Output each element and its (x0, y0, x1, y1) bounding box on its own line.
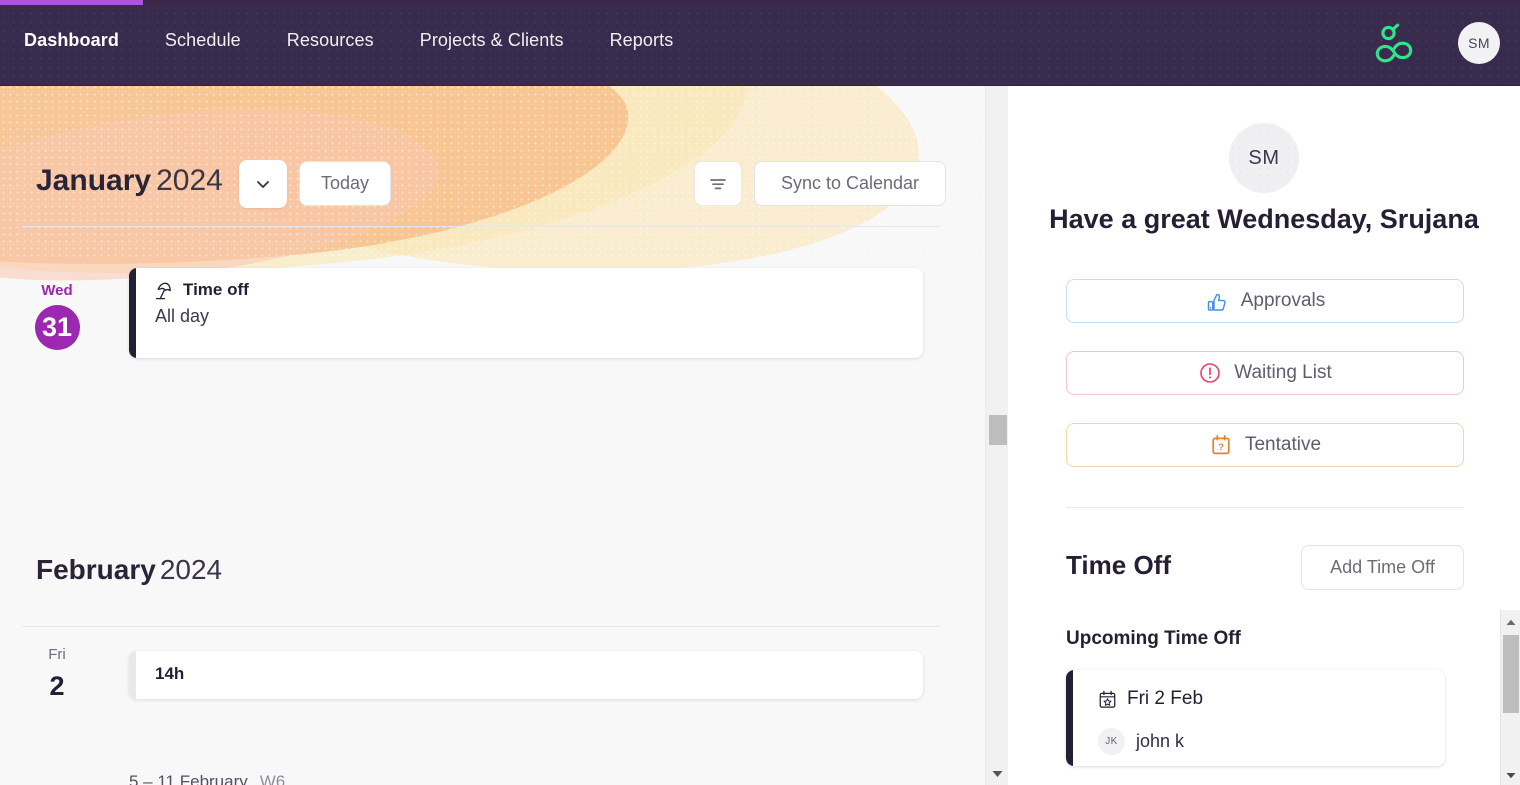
day-label-jan-31: Wed 31 (12, 282, 102, 350)
nav-item-dashboard[interactable]: Dashboard (24, 26, 141, 55)
calendar-question-icon: ? (1212, 434, 1230, 455)
current-month-title: January 2024 (36, 164, 223, 198)
approvals-button[interactable]: Approvals (1066, 279, 1464, 323)
card-accent-bar (129, 268, 136, 358)
page-scroll-up-arrow[interactable] (1501, 614, 1520, 630)
chevron-down-icon (992, 771, 1003, 777)
infinity-logo-icon[interactable] (1366, 14, 1422, 70)
add-time-off-label: Add Time Off (1330, 557, 1435, 577)
thumbs-up-icon (1207, 293, 1226, 311)
person-name: john k (1136, 731, 1185, 751)
header-avatar-initials: SM (1468, 35, 1490, 51)
today-button-label: Today (320, 173, 370, 193)
sidebar-divider (1066, 507, 1464, 508)
week-range-label: 5 – 11 February W6 (129, 772, 285, 785)
nav-item-reports[interactable]: Reports (610, 26, 696, 55)
calendar-scrollbar-thumb[interactable] (989, 415, 1007, 445)
filter-icon (710, 178, 726, 189)
exclamation-circle-icon (1200, 363, 1221, 383)
day-of-week: Fri (48, 646, 66, 663)
sidebar-avatar-initials: SM (1248, 146, 1280, 169)
card-accent-bar (129, 651, 136, 699)
row-divider (22, 626, 940, 627)
page-scrollbar[interactable] (1500, 610, 1520, 785)
week-number: W6 (259, 772, 286, 785)
page-scroll-down-arrow[interactable] (1501, 767, 1520, 783)
filter-button[interactable] (694, 161, 742, 206)
right-sidebar: SM Have a great Wednesday, Srujana Appro… (1008, 86, 1520, 785)
month-name: January (36, 164, 152, 197)
chevron-down-icon (1506, 772, 1516, 778)
event-card-body: Time off All day (129, 268, 923, 327)
event-card-body: 14h (129, 651, 923, 684)
week-range: 5 – 11 February (129, 772, 248, 785)
nav-item-resources[interactable]: Resources (287, 26, 396, 55)
event-title-row: Time off (155, 280, 923, 300)
calendar-star-icon (1099, 690, 1116, 708)
nav-item-schedule[interactable]: Schedule (165, 26, 263, 55)
month-picker-button[interactable] (239, 160, 287, 208)
today-button[interactable]: Today (299, 161, 391, 206)
waiting-list-label: Waiting List (1234, 362, 1332, 383)
page-scrollbar-thumb[interactable] (1503, 635, 1519, 713)
upcoming-time-off-card[interactable]: Fri 2 Feb JK john k (1066, 670, 1445, 766)
time-off-section-title: Time Off (1066, 550, 1171, 580)
month-name-february: February (36, 554, 156, 585)
event-subtitle: All day (155, 306, 210, 326)
upcoming-date: Fri 2 Feb (1127, 688, 1204, 709)
sidebar-user-avatar: SM (1229, 123, 1299, 193)
person-initials: JK (1105, 736, 1118, 747)
day-label-feb-2: Fri 2 (12, 646, 102, 702)
approvals-label: Approvals (1240, 290, 1326, 311)
nav-item-projects-clients[interactable]: Projects & Clients (420, 26, 586, 55)
event-hours: 14h (155, 664, 185, 683)
calendar-scroll-area[interactable]: Wed 31 Time off All day February 2024 Fr… (0, 226, 985, 785)
day-of-week: Wed (41, 282, 73, 299)
sync-to-calendar-button[interactable]: Sync to Calendar (754, 161, 946, 206)
upcoming-time-off-title: Upcoming Time Off (1066, 628, 1241, 649)
calendar-toolbar: January 2024 Today Sync to Calendar (0, 148, 1008, 228)
month-heading-february: February 2024 (36, 554, 222, 586)
chevron-down-icon (257, 181, 269, 188)
year-value-february: 2024 (159, 554, 223, 585)
calendar-panel: January 2024 Today Sync to Calendar Wed … (0, 86, 1008, 785)
upcoming-person-row: JK john k (1098, 728, 1184, 755)
greeting-text: Have a great Wednesday, Srujana (1049, 204, 1479, 234)
sync-button-label: Sync to Calendar (780, 173, 920, 193)
event-card-booking-feb-2[interactable]: 14h (129, 651, 923, 699)
tentative-label: Tentative (1244, 434, 1322, 455)
chevron-up-icon (1506, 619, 1516, 625)
svg-text:?: ? (1218, 441, 1224, 452)
main-nav: Dashboard Schedule Resources Projects & … (24, 26, 719, 55)
progress-bar-fill (0, 0, 143, 5)
day-number: 31 (41, 312, 73, 342)
header-user-avatar[interactable]: SM (1458, 22, 1500, 64)
calendar-scroll-down-arrow[interactable] (986, 765, 1009, 783)
event-card-time-off[interactable]: Time off All day (129, 268, 923, 358)
day-number-badge: 31 (34, 305, 80, 350)
event-title: Time off (183, 280, 249, 299)
year-value: 2024 (156, 164, 223, 197)
beach-umbrella-icon (155, 282, 171, 299)
person-avatar: JK (1098, 728, 1125, 755)
card-accent-bar (1066, 670, 1073, 766)
page-load-progress-bar (0, 0, 1520, 5)
upcoming-date-row: Fri 2 Feb (1098, 688, 1203, 710)
day-number: 2 (49, 671, 65, 701)
top-navigation-bar: Dashboard Schedule Resources Projects & … (0, 0, 1520, 86)
add-time-off-button[interactable]: Add Time Off (1301, 545, 1464, 590)
calendar-scrollbar[interactable] (985, 86, 1008, 785)
waiting-list-button[interactable]: Waiting List (1066, 351, 1464, 395)
tentative-button[interactable]: ? Tentative (1066, 423, 1464, 467)
